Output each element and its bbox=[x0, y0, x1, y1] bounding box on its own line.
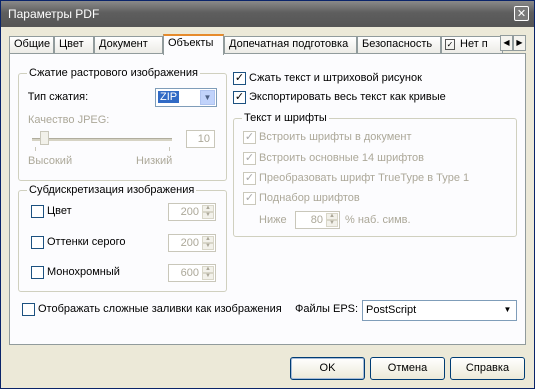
truetype-convert-label: Преобразовать шрифт TrueType в Type 1 bbox=[259, 172, 470, 184]
slider-high-label: Высокий bbox=[28, 155, 73, 167]
spin-up-icon[interactable]: ▲ bbox=[202, 205, 214, 212]
eps-files-select[interactable]: PostScript ▼ bbox=[362, 300, 517, 321]
export-curves-checkbox[interactable]: ✓ bbox=[233, 91, 246, 104]
downsample-mono-checkbox[interactable] bbox=[31, 266, 44, 279]
tab-no-preset[interactable]: ✓ Нет п bbox=[441, 36, 503, 53]
font-subset-checkbox[interactable]: ✓ bbox=[243, 192, 256, 205]
complex-fills-checkbox[interactable] bbox=[22, 303, 35, 316]
subset-below-spinner[interactable]: 80 ▲ ▼ bbox=[295, 211, 340, 229]
tab-scroll-right-icon[interactable]: ▶ bbox=[513, 35, 526, 51]
slider-tick bbox=[169, 147, 170, 151]
downsample-legend: Субдискретизация изображения bbox=[27, 184, 197, 196]
raster-compression-legend: Сжатие растрового изображения bbox=[27, 67, 200, 79]
tab-strip: Общие Цвет Документ Объекты Допечатная п… bbox=[9, 34, 529, 55]
jpeg-quality-field[interactable]: 10 bbox=[186, 130, 215, 148]
tab-color[interactable]: Цвет bbox=[54, 36, 94, 53]
slider-low-label: Низкий bbox=[136, 155, 173, 167]
jpeg-quality-slider-thumb[interactable] bbox=[40, 131, 49, 145]
objects-panel: Сжатие растрового изображения ТТип сжати… bbox=[9, 53, 526, 345]
subset-below-suffix: % наб. симв. bbox=[345, 214, 411, 226]
chevron-down-icon: ▼ bbox=[200, 90, 215, 105]
compression-type-select[interactable]: ZIP ▼ bbox=[155, 88, 217, 107]
spin-up-icon[interactable]: ▲ bbox=[202, 236, 214, 243]
tab-icon: ✓ bbox=[445, 39, 455, 50]
downsample-color-value: 200 bbox=[180, 206, 199, 218]
truetype-convert-checkbox[interactable]: ✓ bbox=[243, 172, 256, 185]
subset-below-value: 80 bbox=[310, 214, 323, 226]
jpeg-quality-slider-track bbox=[32, 138, 172, 141]
spin-down-icon[interactable]: ▼ bbox=[202, 212, 214, 219]
spin-down-icon[interactable]: ▼ bbox=[202, 243, 214, 250]
subset-below-label: Ниже bbox=[259, 214, 287, 226]
pdf-options-dialog: Параметры PDF ✕ Общие Цвет Документ Объе… bbox=[0, 0, 535, 389]
downsample-color-label: Цвет bbox=[47, 205, 72, 217]
slider-tick bbox=[35, 147, 36, 151]
tab-no-preset-label: Нет п bbox=[460, 38, 488, 50]
downsample-mono-value: 600 bbox=[180, 267, 199, 279]
compress-text-checkbox[interactable]: ✓ bbox=[233, 72, 246, 85]
downsample-gray-value: 200 bbox=[180, 237, 199, 249]
tab-general[interactable]: Общие bbox=[9, 36, 54, 53]
complex-fills-label: Отображать сложные заливки как изображен… bbox=[38, 303, 282, 315]
font-subset-label: Поднабор шрифтов bbox=[259, 192, 360, 204]
spin-down-icon[interactable]: ▼ bbox=[202, 273, 214, 280]
text-fonts-group: Текст и шрифты ✓ Встроить шрифты в докум… bbox=[233, 112, 517, 237]
downsample-gray-spinner[interactable]: 200 ▲ ▼ bbox=[168, 234, 216, 252]
embed-base14-label: Встроить основные 14 шрифтов bbox=[259, 152, 424, 164]
jpeg-quality-label: Качество JPEG: bbox=[28, 114, 110, 126]
tab-objects[interactable]: Объекты bbox=[163, 34, 224, 55]
downsample-color-checkbox[interactable] bbox=[31, 205, 44, 218]
chevron-down-icon: ▼ bbox=[500, 303, 515, 318]
tab-security[interactable]: Безопасность bbox=[357, 36, 441, 53]
eps-files-value: PostScript bbox=[366, 304, 417, 316]
spin-up-icon[interactable]: ▲ bbox=[202, 266, 214, 273]
title-bar: Параметры PDF ✕ bbox=[1, 1, 534, 27]
embed-base14-checkbox[interactable]: ✓ bbox=[243, 152, 256, 165]
compression-type-value: ZIP bbox=[158, 91, 180, 103]
cancel-button[interactable]: Отмена bbox=[370, 357, 445, 380]
compression-type-text: Тип сжатия: bbox=[27, 91, 89, 103]
embed-fonts-checkbox[interactable]: ✓ bbox=[243, 131, 256, 144]
tab-prepress[interactable]: Допечатная подготовка bbox=[224, 36, 357, 53]
close-button[interactable]: ✕ bbox=[514, 6, 529, 21]
jpeg-quality-value: 10 bbox=[197, 133, 210, 145]
compress-text-label: Сжать текст и штриховой рисунок bbox=[249, 72, 422, 84]
tab-document[interactable]: Документ bbox=[94, 36, 163, 53]
downsample-color-spinner[interactable]: 200 ▲ ▼ bbox=[168, 203, 216, 221]
embed-fonts-label: Встроить шрифты в документ bbox=[259, 131, 412, 143]
window-title: Параметры PDF bbox=[8, 7, 100, 21]
ok-button[interactable]: OK bbox=[290, 357, 365, 380]
downsample-mono-spinner[interactable]: 600 ▲ ▼ bbox=[168, 264, 216, 282]
eps-files-label: Файлы EPS: bbox=[295, 303, 359, 315]
downsample-mono-label: Монохромный bbox=[47, 266, 120, 278]
downsample-gray-checkbox[interactable] bbox=[31, 236, 44, 249]
text-fonts-legend: Текст и шрифты bbox=[242, 112, 329, 124]
export-curves-label: Экспортировать весь текст как кривые bbox=[249, 91, 446, 103]
compression-type-label: ТТип сжатия: bbox=[27, 91, 89, 103]
help-button[interactable]: Справка bbox=[450, 357, 525, 380]
tab-scroll-left-icon[interactable]: ◀ bbox=[500, 35, 513, 51]
raster-compression-group: Сжатие растрового изображения ТТип сжати… bbox=[18, 67, 227, 181]
spin-down-icon[interactable]: ▼ bbox=[326, 220, 338, 227]
spin-up-icon[interactable]: ▲ bbox=[326, 213, 338, 220]
downsample-group: Субдискретизация изображения Цвет 200 ▲ … bbox=[18, 184, 227, 292]
downsample-gray-label: Оттенки серого bbox=[47, 236, 126, 248]
